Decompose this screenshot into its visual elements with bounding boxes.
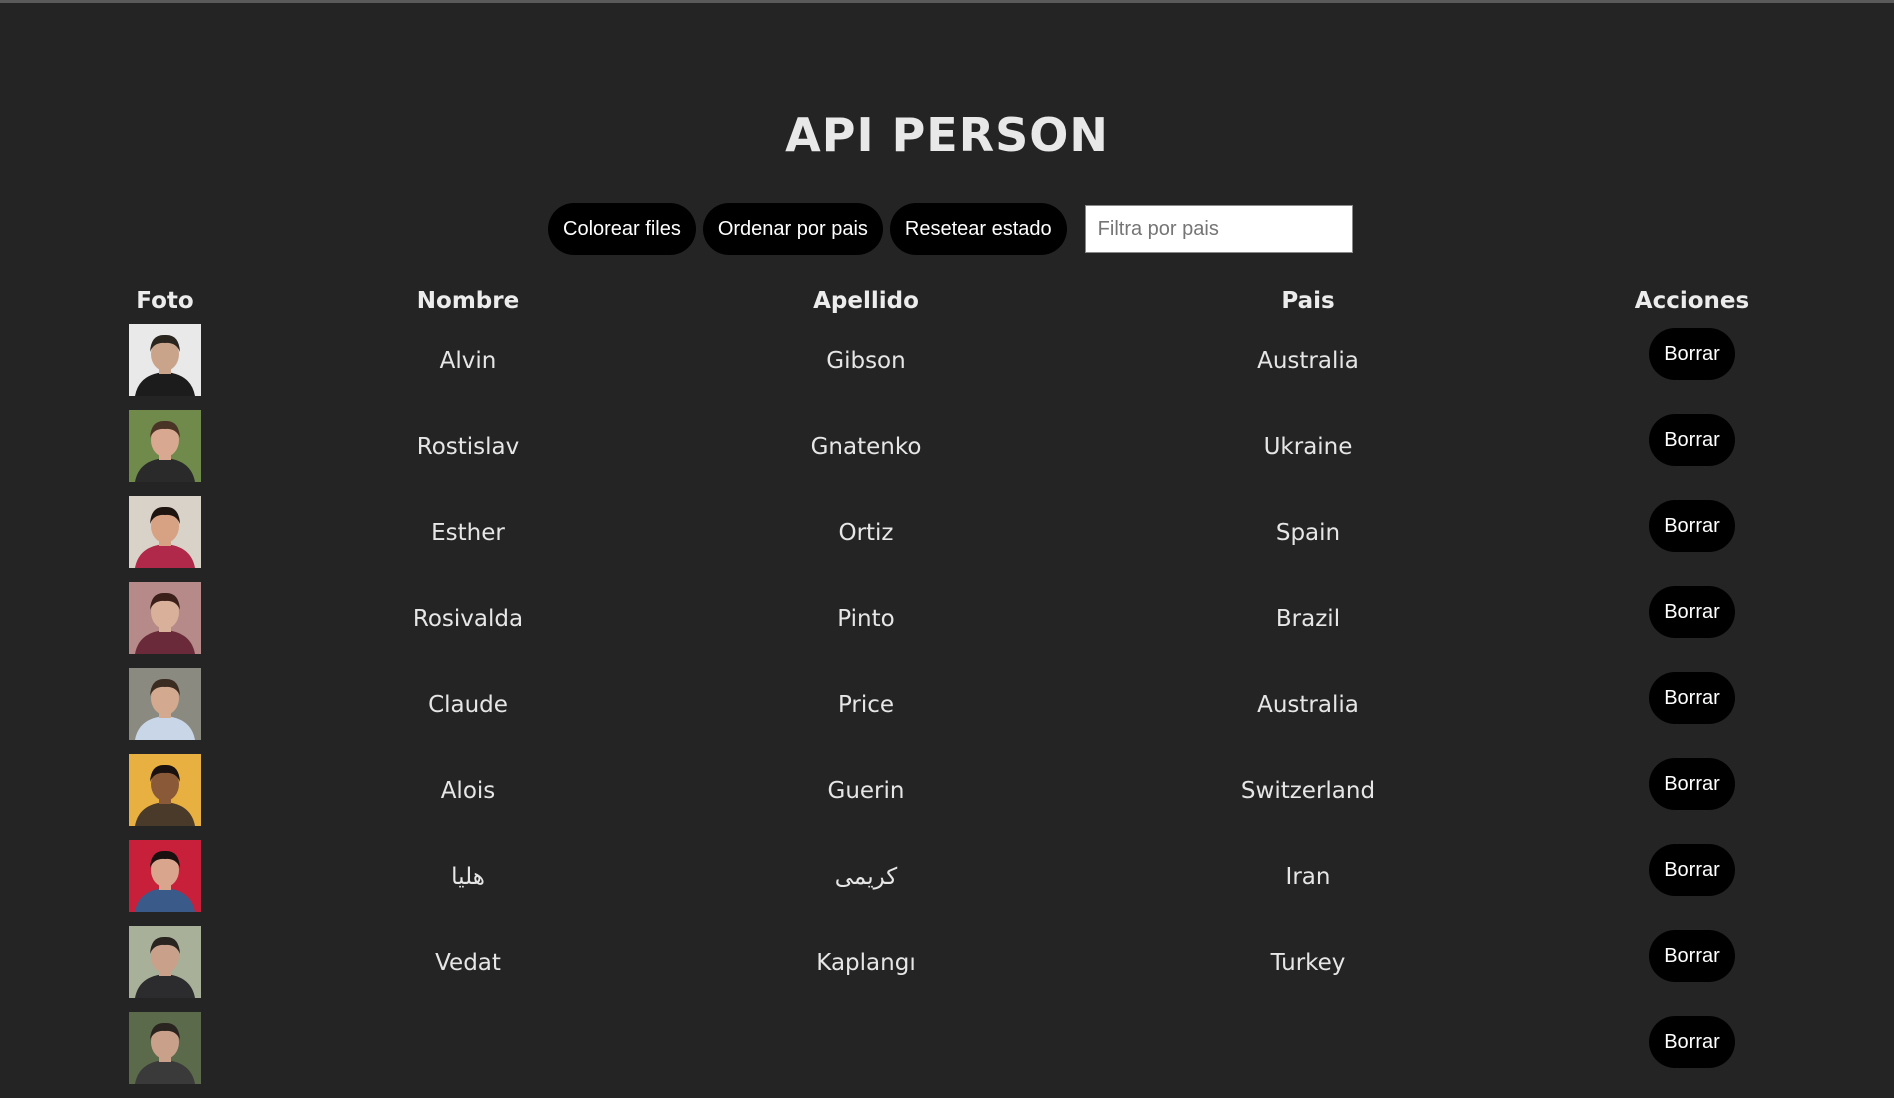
cell-last-name: Price	[837, 692, 895, 718]
cell-first-name: Vedat	[435, 950, 501, 976]
cell-first-name: Esther	[431, 520, 505, 546]
table-row: Rostislav Gnatenko Ukraine Borrar	[0, 410, 1894, 496]
header-pais: Pais	[1281, 288, 1335, 314]
person-photo	[129, 840, 201, 912]
cell-last-name: Pinto	[837, 606, 895, 632]
toolbar: Colorear files Ordenar por pais Resetear…	[548, 202, 1353, 256]
delete-button[interactable]: Borrar	[1649, 672, 1735, 724]
country-filter-input[interactable]	[1084, 205, 1353, 253]
page-title: API PERSON	[785, 108, 1109, 162]
table-row: Claude Price Australia Borrar	[0, 668, 1894, 754]
header-foto: Foto	[136, 288, 194, 314]
person-photo	[129, 754, 201, 826]
cell-first-name: Rostislav	[416, 434, 520, 460]
cell-country: Ukraine	[1263, 434, 1353, 460]
table-row: Rosivalda Pinto Brazil Borrar	[0, 582, 1894, 668]
cell-country: Brazil	[1275, 606, 1341, 632]
sort-by-country-button[interactable]: Ordenar por pais	[702, 203, 883, 255]
person-photo	[129, 324, 201, 396]
table-row: Alvin Gibson Australia Borrar	[0, 324, 1894, 410]
header-nombre: Nombre	[416, 288, 520, 314]
table-row: Esther Ortiz Spain Borrar	[0, 496, 1894, 582]
delete-button[interactable]: Borrar	[1649, 758, 1735, 810]
cell-country: Australia	[1257, 348, 1359, 374]
cell-first-name: هليا	[451, 864, 485, 890]
table-header: Foto Nombre Apellido Pais Acciones	[0, 280, 1894, 320]
header-apellido: Apellido	[813, 288, 919, 314]
cell-last-name: Kaplangı	[816, 950, 916, 976]
cell-first-name: Claude	[428, 692, 508, 718]
delete-button[interactable]: Borrar	[1649, 414, 1735, 466]
cell-country: Spain	[1275, 520, 1341, 546]
cell-last-name: Guerin	[827, 778, 905, 804]
cell-first-name: Alvin	[439, 348, 497, 374]
person-photo	[129, 668, 201, 740]
cell-last-name: Gibson	[826, 348, 906, 374]
delete-button[interactable]: Borrar	[1649, 930, 1735, 982]
person-photo	[129, 926, 201, 998]
person-photo	[129, 496, 201, 568]
cell-country: Australia	[1257, 692, 1359, 718]
table-row: Borrar	[0, 1012, 1894, 1098]
delete-button[interactable]: Borrar	[1649, 844, 1735, 896]
cell-first-name: Rosivalda	[412, 606, 524, 632]
cell-last-name: کریمی	[834, 864, 898, 890]
person-photo	[129, 410, 201, 482]
cell-country: Turkey	[1270, 950, 1346, 976]
top-border	[0, 0, 1894, 3]
table-row: Vedat Kaplangı Turkey Borrar	[0, 926, 1894, 1012]
table-row: Alois Guerin Switzerland Borrar	[0, 754, 1894, 840]
delete-button[interactable]: Borrar	[1649, 500, 1735, 552]
cell-last-name: Gnatenko	[810, 434, 922, 460]
cell-first-name: Alois	[440, 778, 496, 804]
person-photo	[129, 1012, 201, 1084]
delete-button[interactable]: Borrar	[1649, 328, 1735, 380]
reset-state-button[interactable]: Resetear estado	[889, 203, 1067, 255]
person-photo	[129, 582, 201, 654]
header-acciones: Acciones	[1634, 288, 1750, 314]
delete-button[interactable]: Borrar	[1649, 586, 1735, 638]
cell-last-name: Ortiz	[838, 520, 894, 546]
table-row: هليا کریمی Iran Borrar	[0, 840, 1894, 926]
cell-country: Switzerland	[1240, 778, 1376, 804]
cell-country: Iran	[1285, 864, 1331, 890]
color-rows-button[interactable]: Colorear files	[548, 203, 696, 255]
